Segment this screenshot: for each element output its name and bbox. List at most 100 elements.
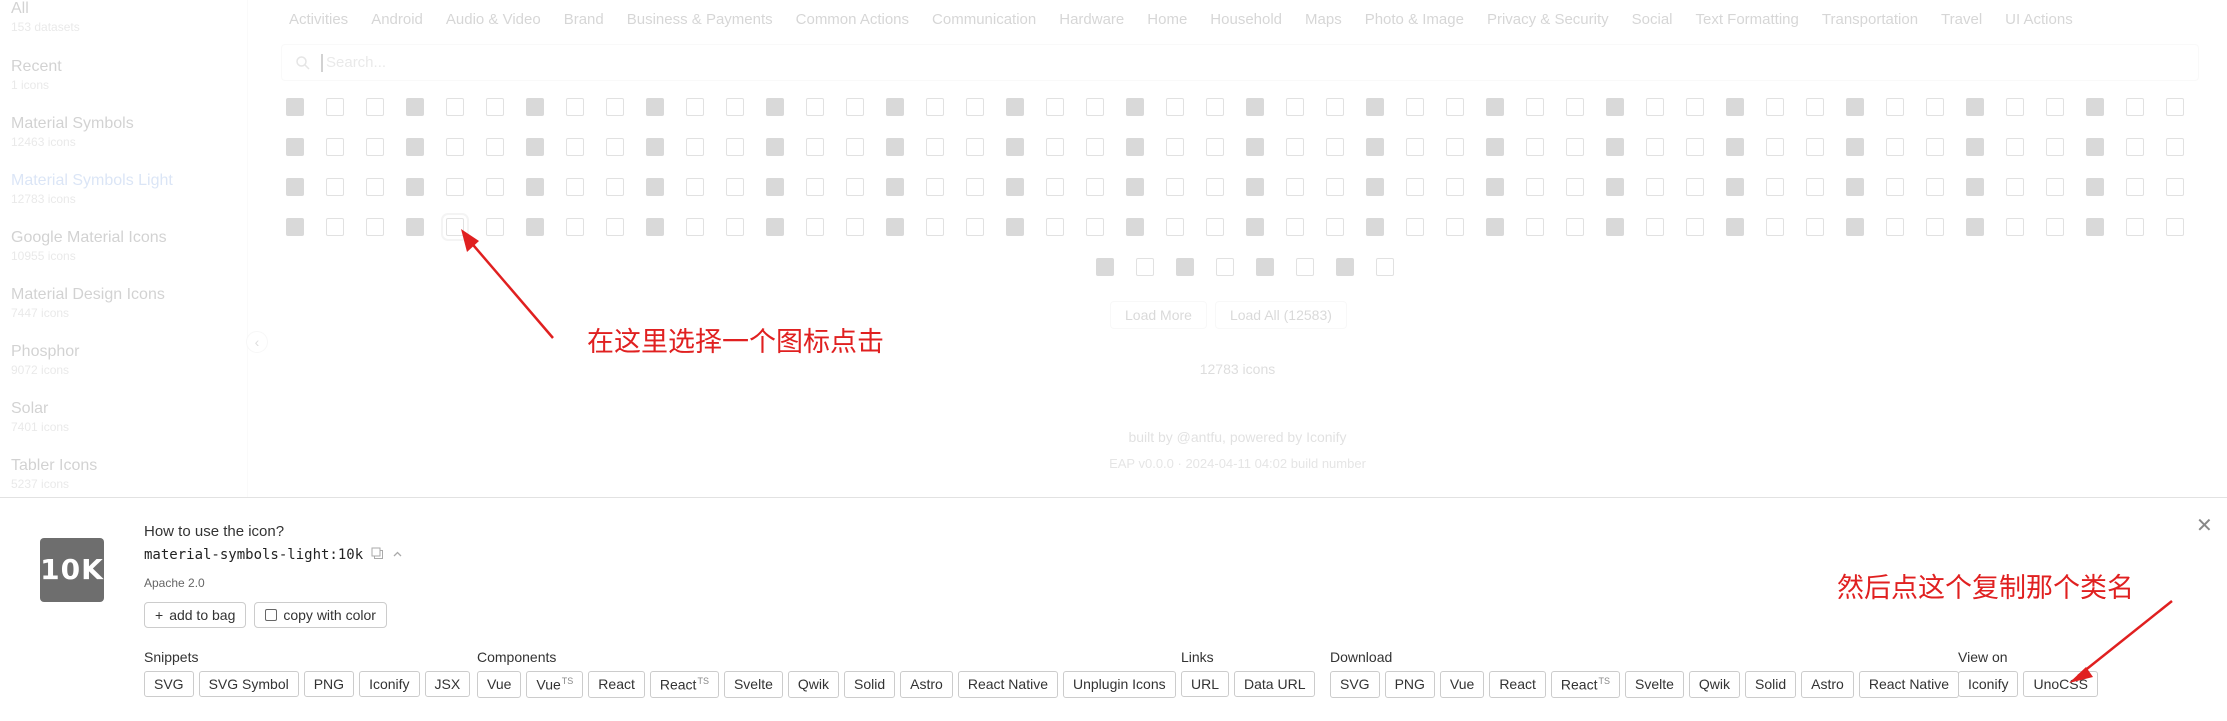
icon-tile[interactable] (446, 98, 464, 116)
icon-tile[interactable] (1526, 178, 1544, 196)
components-vue-button[interactable]: VueTS (526, 671, 584, 698)
icon-tile[interactable] (2086, 98, 2104, 116)
icon-tile[interactable] (1846, 218, 1864, 236)
icon-tile[interactable] (2166, 98, 2184, 116)
icon-tile[interactable] (1286, 218, 1304, 236)
load-all-button[interactable]: Load All (12583) (1214, 301, 1347, 329)
icon-tile[interactable] (1376, 258, 1394, 276)
components-svelte-button[interactable]: Svelte (723, 671, 783, 698)
icon-tile[interactable] (446, 178, 464, 196)
icon-tile[interactable] (1886, 138, 1904, 156)
snippets-png-button[interactable]: PNG (303, 671, 355, 697)
icon-tile[interactable] (2006, 218, 2024, 236)
icon-tile[interactable] (726, 218, 744, 236)
download-svg-button[interactable]: SVG (1330, 671, 1380, 698)
icon-tile[interactable] (966, 98, 984, 116)
icon-tile[interactable] (1366, 178, 1384, 196)
icon-tile[interactable] (806, 218, 824, 236)
icon-tile[interactable] (1846, 98, 1864, 116)
icon-tile[interactable] (806, 98, 824, 116)
category-tab[interactable]: Activities (289, 11, 360, 28)
icon-tile[interactable] (1286, 98, 1304, 116)
icon-tile[interactable] (1806, 178, 1824, 196)
icon-tile[interactable] (886, 218, 904, 236)
icon-tile[interactable] (1846, 178, 1864, 196)
chevron-up-icon[interactable] (392, 548, 403, 563)
download-vue-button[interactable]: Vue (1439, 671, 1485, 698)
icon-tile[interactable] (926, 218, 944, 236)
icon-tile[interactable] (1336, 258, 1354, 276)
icon-tile[interactable] (2086, 138, 2104, 156)
download-svelte-button[interactable]: Svelte (1624, 671, 1684, 698)
icon-tile[interactable] (686, 218, 704, 236)
icon-tile[interactable] (1246, 218, 1264, 236)
icon-tile[interactable] (1966, 98, 1984, 116)
icon-tile[interactable] (446, 138, 464, 156)
icon-tile[interactable] (1206, 178, 1224, 196)
category-tab[interactable]: Home (1147, 11, 1199, 28)
download-react-native-button[interactable]: React Native (1858, 671, 1960, 698)
icon-tile[interactable] (1566, 218, 1584, 236)
icon-tile[interactable] (1766, 218, 1784, 236)
icon-tile[interactable] (2166, 138, 2184, 156)
icon-tile[interactable] (1046, 178, 1064, 196)
icon-tile[interactable] (1446, 98, 1464, 116)
icon-tile[interactable] (1046, 98, 1064, 116)
category-tab[interactable]: Social (1632, 11, 1685, 28)
icon-tile[interactable] (1406, 218, 1424, 236)
icon-tile[interactable] (1006, 178, 1024, 196)
icon-tile[interactable] (846, 138, 864, 156)
icon-tile[interactable] (526, 98, 544, 116)
icon-tile[interactable] (1526, 98, 1544, 116)
icon-tile[interactable] (1166, 138, 1184, 156)
icon-tile[interactable] (1646, 218, 1664, 236)
icon-tile[interactable] (2166, 178, 2184, 196)
icon-tile[interactable] (646, 138, 664, 156)
icon-tile[interactable] (1846, 138, 1864, 156)
icon-tile[interactable] (1006, 218, 1024, 236)
components-react-button[interactable]: React (588, 671, 645, 698)
viewon-unocss-button[interactable]: UnoCSS (2023, 671, 2098, 697)
icon-tile[interactable] (406, 98, 424, 116)
category-tab[interactable]: Transportation (1822, 11, 1930, 28)
checkbox[interactable] (265, 609, 278, 621)
icon-tile[interactable] (606, 178, 624, 196)
icon-tile[interactable] (566, 178, 584, 196)
icon-tile[interactable] (766, 98, 784, 116)
icon-tile[interactable] (1686, 138, 1704, 156)
icon-tile[interactable] (1286, 178, 1304, 196)
icon-tile[interactable] (526, 178, 544, 196)
icon-tile[interactable] (1096, 258, 1114, 276)
icon-tile[interactable] (2126, 178, 2144, 196)
icon-tile[interactable] (1086, 98, 1104, 116)
icon-tile[interactable] (1406, 178, 1424, 196)
icon-tile[interactable] (1806, 218, 1824, 236)
icon-tile[interactable] (1766, 178, 1784, 196)
icon-tile[interactable] (1086, 218, 1104, 236)
icon-tile[interactable] (1606, 98, 1624, 116)
icon-tile[interactable] (1966, 178, 1984, 196)
icon-tile[interactable] (326, 98, 344, 116)
icon-tile[interactable] (926, 138, 944, 156)
download-solid-button[interactable]: Solid (1745, 671, 1797, 698)
icon-tile[interactable] (1926, 178, 1944, 196)
category-tab[interactable]: Text Formatting (1696, 11, 1811, 28)
icon-tile[interactable] (1366, 218, 1384, 236)
category-tab[interactable]: Brand (564, 11, 616, 28)
icon-tile[interactable] (2166, 218, 2184, 236)
icon-tile[interactable] (486, 218, 504, 236)
icon-tile[interactable] (1046, 138, 1064, 156)
icon-tile[interactable] (326, 218, 344, 236)
icon-tile[interactable] (966, 138, 984, 156)
icon-tile[interactable] (886, 98, 904, 116)
icon-tile[interactable] (1926, 98, 1944, 116)
icon-tile[interactable] (2086, 178, 2104, 196)
icon-tile[interactable] (1166, 218, 1184, 236)
icon-tile[interactable] (766, 138, 784, 156)
icon-tile[interactable] (806, 178, 824, 196)
icon-tile[interactable] (1246, 178, 1264, 196)
icon-tile[interactable] (1216, 258, 1234, 276)
icon-tile[interactable] (2046, 138, 2064, 156)
icon-tile[interactable] (1286, 138, 1304, 156)
copy-with-color-toggle[interactable]: copy with color (254, 602, 387, 628)
